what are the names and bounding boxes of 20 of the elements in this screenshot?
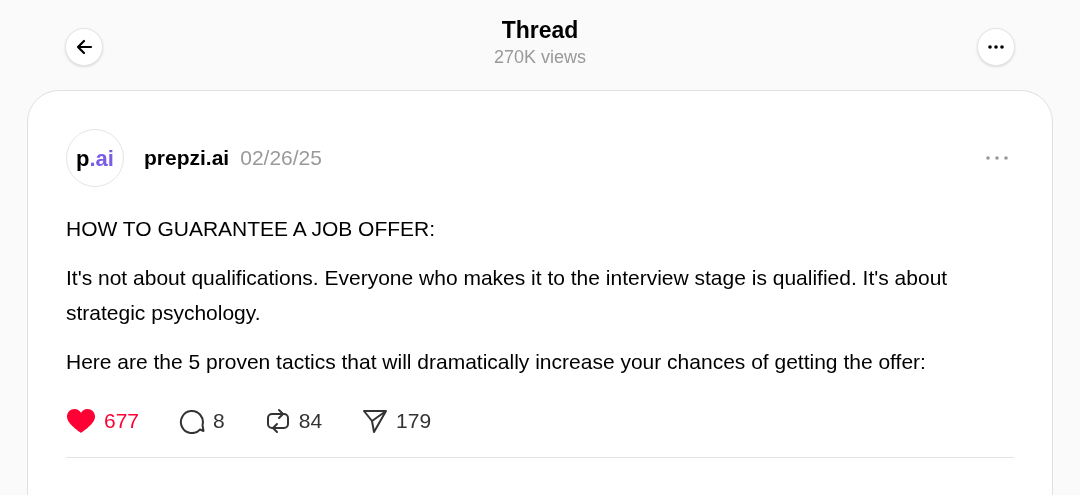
comment-button[interactable]: 8	[179, 405, 225, 437]
repost-button[interactable]: 84	[264, 405, 323, 437]
page-title: Thread	[501, 16, 579, 45]
post-paragraph: Here are the 5 proven tactics that will dramatically increase your chances of getting the offer:	[66, 349, 927, 375]
like-button[interactable]: 677	[66, 405, 140, 437]
more-icon	[988, 45, 1004, 49]
post-paragraph: It's not about qualifications. Everyone who makes it to the interview stage is qualified. It's about strategic psychology.	[66, 265, 949, 326]
more-button[interactable]	[977, 28, 1015, 66]
view-count: 270K views	[493, 46, 587, 69]
back-arrow-icon	[75, 38, 93, 56]
author-name[interactable]: prepzi.ai	[144, 142, 230, 174]
repost-icon	[264, 407, 291, 434]
post-date: 02/26/25	[240, 145, 322, 172]
more-icon[interactable]	[986, 156, 1008, 160]
heart-icon	[66, 407, 96, 434]
back-button[interactable]	[65, 28, 103, 66]
send-icon	[362, 407, 389, 434]
share-button[interactable]: 179	[362, 405, 432, 437]
speech-bubble-icon	[179, 407, 206, 434]
post-paragraph: HOW TO GUARANTEE A JOB OFFER:	[66, 216, 437, 242]
